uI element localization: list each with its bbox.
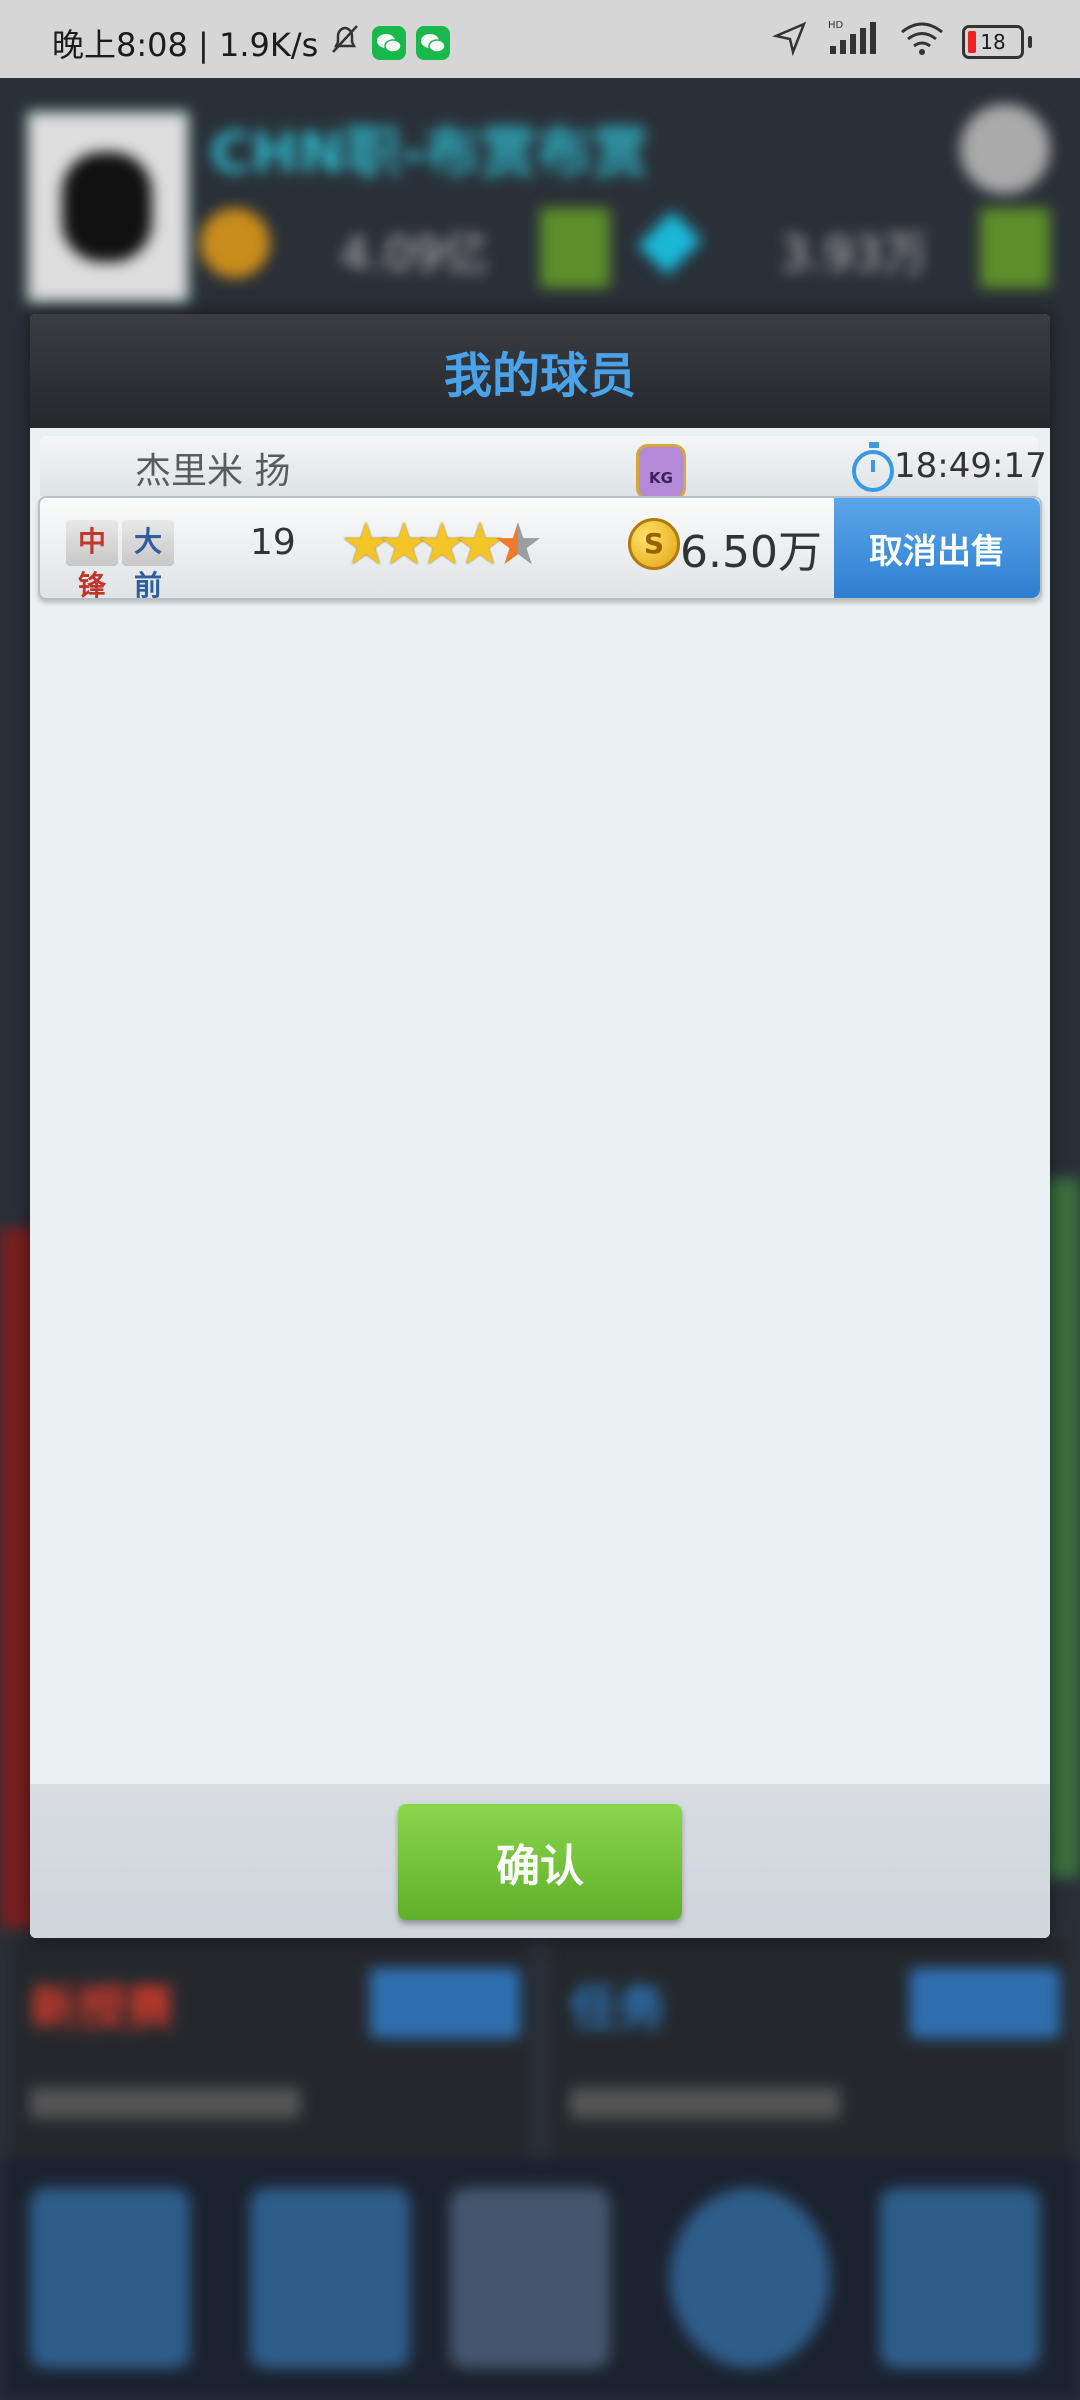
coin-icon: S (628, 518, 680, 570)
cancel-sale-button[interactable]: 取消出售 (834, 498, 1040, 598)
player-number: 19 (250, 522, 296, 563)
panel-left-button[interactable] (370, 1968, 520, 2038)
dialog-title: 我的球员 (443, 348, 636, 404)
nav-item-schedule[interactable] (30, 2188, 190, 2368)
battery-level: 18 (980, 30, 1006, 54)
position-tag-power-forward: 大前 (122, 520, 174, 602)
coin-amount: 4.09亿 (340, 227, 489, 281)
background-panel-left: 新授赛 (10, 1938, 530, 2188)
status-time-speed: 晚上8:08 | 1.9K/s (52, 26, 319, 64)
nav-item-team[interactable] (450, 2188, 610, 2368)
dialog-header: 我的球员 (30, 314, 1050, 428)
currency-row: 4.09亿 3.93万 (200, 208, 1060, 298)
battery-cap (1028, 36, 1032, 48)
wifi-icon (900, 20, 944, 64)
position-tag-center: 中锋 (66, 520, 118, 602)
nav-item-trade[interactable] (670, 2188, 830, 2368)
player-card[interactable]: 中锋 大前 19 ★ ★ ★ ★ ★ S 6.50万 取消出售 (38, 496, 1042, 602)
hd-signal-icon: HD (826, 18, 882, 66)
status-right: HD 18 (771, 18, 1032, 66)
gem-icon (637, 210, 703, 276)
bell-muted-icon (328, 22, 362, 64)
half-star-icon: ★ (492, 510, 544, 578)
badge-icon: KG (636, 444, 686, 500)
add-coins-button[interactable] (540, 208, 610, 288)
my-players-dialog: 我的球员 杰里米 扬 KG 18:49:17 中锋 大前 19 ★ ★ ★ ★ … (30, 314, 1050, 1938)
confirm-button[interactable]: 确认 (398, 1804, 682, 1920)
nav-item-scout[interactable] (250, 2188, 410, 2368)
hd-label: HD (828, 20, 844, 31)
status-bar: 晚上8:08 | 1.9K/s HD 18 (0, 0, 1080, 78)
wechat-icon (416, 26, 451, 60)
player-list: 杰里米 扬 KG 18:49:17 中锋 大前 19 ★ ★ ★ ★ ★ S 6… (30, 428, 1050, 1774)
team-avatar[interactable] (24, 108, 192, 306)
dialog-footer: 确认 (30, 1784, 1050, 1938)
wechat-icon (372, 26, 407, 60)
coin-icon (200, 208, 270, 278)
sale-price: 6.50万 (680, 527, 822, 578)
nav-item-more[interactable] (880, 2188, 1040, 2368)
status-left: 晚上8:08 | 1.9K/s (52, 20, 451, 66)
player-name-row: 杰里米 扬 KG 18:49:17 (40, 436, 1047, 500)
panel-left-title: 新授赛 (30, 1980, 175, 2036)
background-panel-right: 任务 (550, 1938, 1070, 2188)
star-rating: ★ ★ ★ ★ ★ (340, 514, 544, 574)
panel-right-title: 任务 (570, 1980, 667, 2036)
add-gems-button[interactable] (980, 208, 1050, 288)
battery-icon: 18 (962, 25, 1024, 59)
gear-icon[interactable] (960, 104, 1050, 194)
sale-time-left: 18:49:17 (894, 446, 1047, 486)
player-name: 杰里米 扬 (135, 451, 291, 492)
gem-amount: 3.93万 (780, 227, 929, 281)
team-name: CHN职-布赏布赏 (210, 121, 649, 186)
bottom-nav (0, 2158, 1080, 2400)
panel-right-button[interactable] (910, 1968, 1060, 2038)
timer-icon (852, 442, 894, 492)
location-icon (771, 20, 808, 64)
